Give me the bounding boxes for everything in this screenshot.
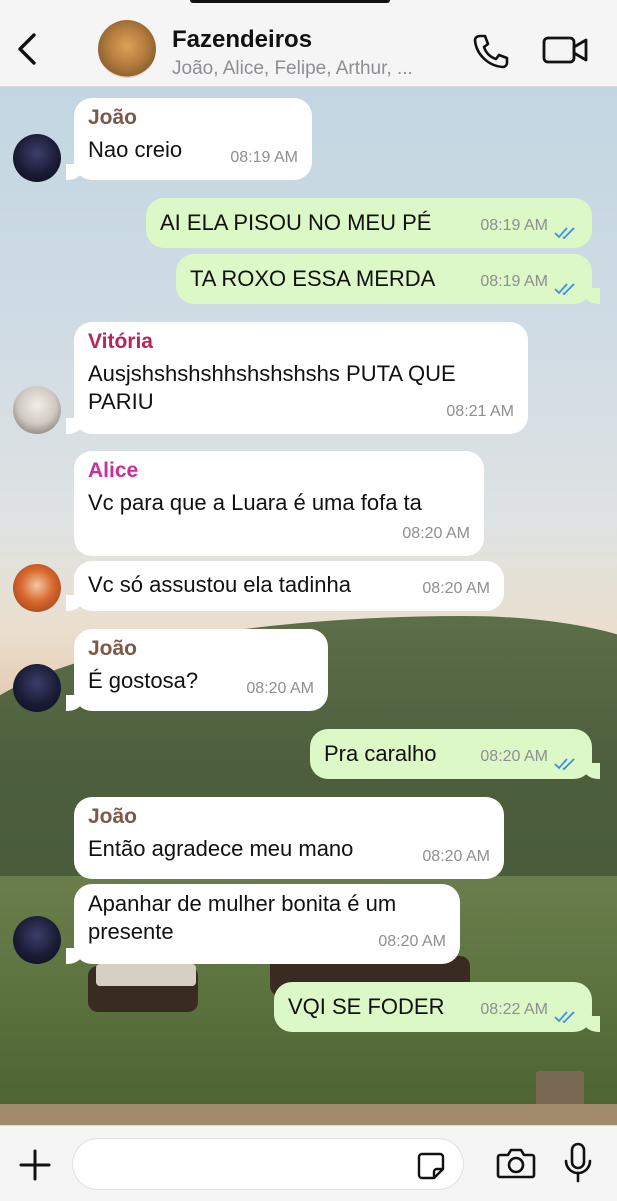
message-text: Então agradece meu mano — [88, 836, 354, 861]
avatar[interactable] — [13, 916, 61, 964]
video-camera-icon[interactable] — [542, 34, 588, 66]
chevron-left-icon[interactable] — [14, 32, 40, 66]
avatar[interactable] — [13, 134, 61, 182]
sender-name: Alice — [88, 459, 139, 482]
avatar[interactable] — [13, 386, 61, 434]
status-bar-notch — [190, 0, 390, 3]
chat-header: Fazendeiros João, Alice, Felipe, Arthur,… — [0, 0, 617, 87]
sender-name: João — [88, 106, 138, 129]
plus-icon[interactable] — [18, 1148, 52, 1182]
message-time: 08:20 AM — [246, 680, 314, 697]
avatar[interactable] — [13, 664, 61, 712]
message-bubble[interactable]: TA ROXO ESSA MERDA 08:19 AM — [176, 254, 600, 304]
phone-icon[interactable] — [472, 33, 510, 69]
sticker-icon[interactable] — [416, 1151, 446, 1181]
wallpaper-horse-blanket — [96, 964, 196, 986]
message-text: AI ELA PISOU NO MEU PÉ — [160, 210, 432, 235]
message-bubble[interactable]: João Então agradece meu mano 08:20 AM — [74, 797, 504, 879]
group-members[interactable]: João, Alice, Felipe, Arthur, ... — [172, 58, 413, 80]
message-time: 08:20 AM — [402, 525, 470, 542]
double-check-icon — [554, 758, 575, 771]
message-time: 08:19 AM — [480, 273, 548, 290]
message-text: Pra caralho — [324, 741, 437, 766]
message-bubble[interactable]: Apanhar de mulher bonita é um presente 0… — [66, 884, 460, 964]
double-check-icon — [554, 1011, 575, 1024]
message-time: 08:21 AM — [446, 403, 514, 420]
message-bubble[interactable]: VQI SE FODER 08:22 AM — [274, 982, 600, 1032]
sender-name: João — [88, 637, 138, 660]
message-composer — [0, 1125, 617, 1201]
message-bubble[interactable]: João Nao creio 08:19 AM — [66, 98, 312, 180]
group-name[interactable]: Fazendeiros — [172, 26, 312, 54]
message-text: Vc só assustou ela tadinha — [88, 572, 351, 597]
message-text: É gostosa? — [88, 668, 199, 693]
avatar[interactable] — [13, 564, 61, 612]
message-time: 08:20 AM — [378, 933, 446, 950]
group-avatar[interactable] — [98, 20, 156, 78]
message-time: 08:20 AM — [422, 848, 490, 865]
message-input[interactable] — [72, 1138, 464, 1190]
message-time: 08:20 AM — [422, 580, 490, 597]
message-time: 08:20 AM — [480, 748, 548, 765]
microphone-icon[interactable] — [563, 1142, 593, 1184]
message-time: 08:22 AM — [480, 1001, 548, 1018]
message-text: Vc para que a Luara é uma fofa ta — [88, 490, 422, 515]
double-check-icon — [554, 227, 575, 240]
message-bubble[interactable]: AI ELA PISOU NO MEU PÉ 08:19 AM — [146, 198, 592, 248]
message-text: VQI SE FODER — [288, 994, 445, 1019]
message-bubble[interactable]: João É gostosa? 08:20 AM — [66, 629, 328, 711]
message-time: 08:19 AM — [230, 149, 298, 166]
message-bubble[interactable]: Alice Vc para que a Luara é uma fofa ta … — [74, 451, 484, 556]
message-time: 08:19 AM — [480, 217, 548, 234]
camera-icon[interactable] — [496, 1146, 536, 1180]
sender-name: Vitória — [88, 330, 153, 353]
wallpaper-ground — [0, 1104, 617, 1126]
message-bubble[interactable]: Vc só assustou ela tadinha 08:20 AM — [66, 561, 504, 611]
message-bubble[interactable]: Vitória Ausjshshshshhshshshshs PUTA QUE … — [66, 322, 528, 434]
message-text: Nao creio — [88, 137, 183, 162]
double-check-icon — [554, 283, 575, 296]
message-text: TA ROXO ESSA MERDA — [190, 266, 436, 291]
sender-name: João — [88, 805, 138, 828]
message-bubble[interactable]: Pra caralho 08:20 AM — [310, 729, 600, 779]
